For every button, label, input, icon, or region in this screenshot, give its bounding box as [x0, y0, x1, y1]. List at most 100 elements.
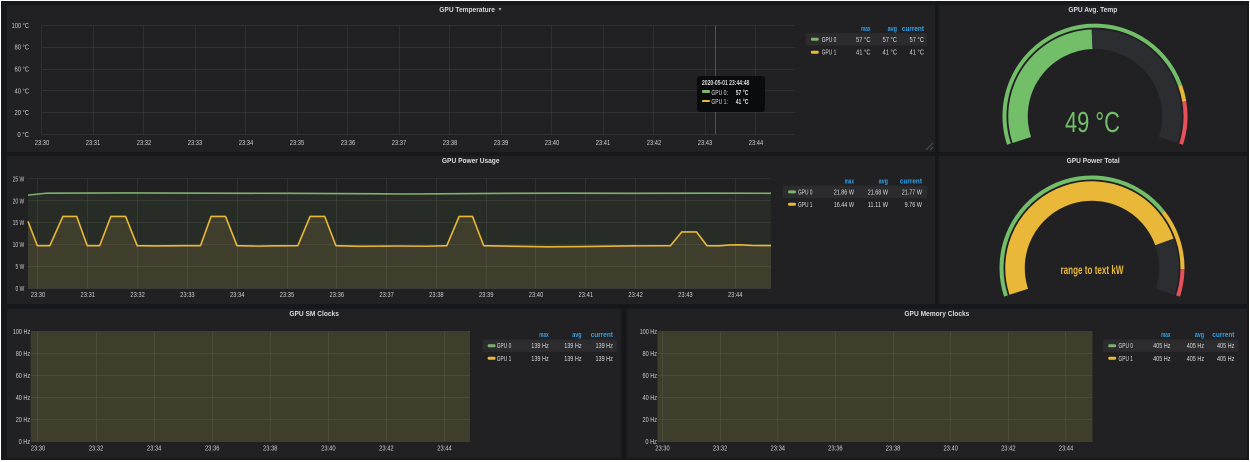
svg-text:139 Hz: 139 Hz [564, 343, 582, 350]
svg-text:max: max [861, 26, 870, 33]
svg-text:139 Hz: 139 Hz [596, 355, 614, 362]
svg-text:139 Hz: 139 Hz [564, 355, 582, 362]
svg-text:23:43: 23:43 [678, 292, 693, 299]
svg-text:139 Hz: 139 Hz [531, 343, 549, 350]
svg-text:23:41: 23:41 [579, 292, 594, 299]
svg-text:23:44: 23:44 [728, 292, 743, 299]
svg-text:23:40: 23:40 [545, 140, 560, 147]
svg-text:max: max [539, 332, 548, 339]
svg-text:23:37: 23:37 [379, 292, 394, 299]
svg-text:23:38: 23:38 [429, 292, 444, 299]
svg-text:23:43: 23:43 [698, 140, 713, 147]
svg-text:23:36: 23:36 [828, 445, 843, 452]
svg-text:23:44: 23:44 [1058, 445, 1073, 452]
svg-text:20 °C: 20 °C [15, 109, 30, 117]
svg-text:139 Hz: 139 Hz [531, 355, 549, 362]
svg-text:GPU 1: GPU 1 [497, 355, 512, 362]
svg-text:GPU 1: GPU 1 [798, 202, 813, 209]
svg-text:23:40: 23:40 [529, 292, 544, 299]
svg-text:avg: avg [1194, 332, 1203, 339]
svg-text:15 W: 15 W [13, 220, 25, 227]
svg-text:23:44: 23:44 [437, 445, 452, 452]
svg-text:23:30: 23:30 [31, 445, 46, 452]
svg-text:23:32: 23:32 [712, 445, 727, 452]
svg-text:49 °C: 49 °C [1065, 107, 1120, 139]
svg-text:23:33: 23:33 [180, 292, 195, 299]
svg-text:23:37: 23:37 [392, 140, 407, 147]
svg-text:9.76 W: 9.76 W [905, 202, 923, 209]
svg-text:23:36: 23:36 [330, 292, 345, 299]
svg-text:100 °C: 100 °C [12, 22, 29, 30]
svg-text:range to text kW: range to text kW [1061, 263, 1124, 277]
svg-text:21.77 W: 21.77 W [902, 189, 923, 196]
svg-text:avg: avg [888, 26, 897, 33]
svg-text:23:30: 23:30 [655, 445, 670, 452]
svg-text:23:30: 23:30 [35, 140, 50, 147]
svg-text:20 Hz: 20 Hz [16, 417, 31, 424]
svg-text:23:34: 23:34 [147, 445, 162, 452]
svg-text:57 °C: 57 °C [883, 36, 898, 44]
svg-text:0 Hz: 0 Hz [19, 439, 31, 446]
svg-text:23:42: 23:42 [628, 292, 643, 299]
svg-text:23:44: 23:44 [749, 140, 764, 147]
svg-text:405 Hz: 405 Hz [1186, 343, 1204, 350]
svg-text:23:31: 23:31 [81, 292, 96, 299]
svg-text:0 °C: 0 °C [17, 131, 29, 139]
svg-text:23:34: 23:34 [770, 445, 785, 452]
svg-text:139 Hz: 139 Hz [596, 343, 614, 350]
svg-text:23:32: 23:32 [137, 140, 152, 147]
svg-text:23:36: 23:36 [341, 140, 356, 147]
svg-text:100 Hz: 100 Hz [639, 329, 657, 336]
svg-text:40 Hz: 40 Hz [16, 395, 31, 402]
svg-text:GPU 1: GPU 1 [822, 50, 837, 57]
svg-text:405 Hz: 405 Hz [1153, 343, 1171, 350]
svg-text:23:39: 23:39 [494, 140, 509, 147]
svg-text:20 Hz: 20 Hz [642, 417, 657, 424]
svg-text:23:38: 23:38 [885, 445, 900, 452]
svg-text:41 °C: 41 °C [910, 49, 925, 57]
svg-text:current: current [902, 26, 925, 33]
svg-text:80 Hz: 80 Hz [16, 351, 31, 358]
svg-text:GPU 0: GPU 0 [798, 189, 813, 196]
svg-text:max: max [845, 178, 854, 185]
svg-text:current: current [1212, 332, 1235, 339]
svg-text:405 Hz: 405 Hz [1153, 355, 1171, 362]
svg-text:20 W: 20 W [13, 198, 25, 205]
svg-text:max: max [1161, 332, 1170, 339]
svg-text:80 °C: 80 °C [15, 44, 30, 52]
svg-text:23:40: 23:40 [943, 445, 958, 452]
svg-text:23:40: 23:40 [321, 445, 336, 452]
svg-text:23:31: 23:31 [86, 140, 101, 147]
svg-text:avg: avg [879, 178, 888, 185]
svg-text:current: current [900, 178, 923, 185]
svg-text:60 °C: 60 °C [15, 66, 30, 74]
svg-text:5 W: 5 W [16, 264, 25, 271]
svg-text:23:32: 23:32 [130, 292, 145, 299]
svg-text:405 Hz: 405 Hz [1217, 355, 1235, 362]
svg-text:40 °C: 40 °C [15, 87, 30, 95]
svg-text:23:32: 23:32 [89, 445, 104, 452]
svg-text:23:30: 23:30 [31, 292, 46, 299]
svg-text:23:42: 23:42 [1001, 445, 1016, 452]
svg-text:40 Hz: 40 Hz [642, 395, 657, 402]
svg-text:60 Hz: 60 Hz [642, 373, 657, 380]
svg-text:57 °C: 57 °C [910, 36, 925, 44]
svg-text:23:34: 23:34 [239, 140, 254, 147]
svg-text:405 Hz: 405 Hz [1217, 343, 1235, 350]
svg-text:80 Hz: 80 Hz [642, 351, 657, 358]
svg-text:avg: avg [572, 332, 581, 339]
svg-text:23:35: 23:35 [280, 292, 295, 299]
svg-text:GPU 1: GPU 1 [1118, 355, 1133, 362]
svg-text:41 °C: 41 °C [856, 49, 871, 57]
svg-text:23:41: 23:41 [596, 140, 611, 147]
svg-text:GPU 0: GPU 0 [497, 343, 512, 350]
svg-text:GPU 0: GPU 0 [822, 37, 837, 44]
svg-text:23:35: 23:35 [290, 140, 305, 147]
svg-text:41 °C: 41 °C [883, 49, 898, 57]
svg-text:25 W: 25 W [13, 176, 25, 183]
svg-text:11.11 W: 11.11 W [868, 202, 889, 209]
svg-text:21.68 W: 21.68 W [868, 189, 889, 196]
svg-text:23:33: 23:33 [188, 140, 203, 147]
svg-text:100 Hz: 100 Hz [13, 329, 31, 336]
svg-text:23:42: 23:42 [379, 445, 394, 452]
